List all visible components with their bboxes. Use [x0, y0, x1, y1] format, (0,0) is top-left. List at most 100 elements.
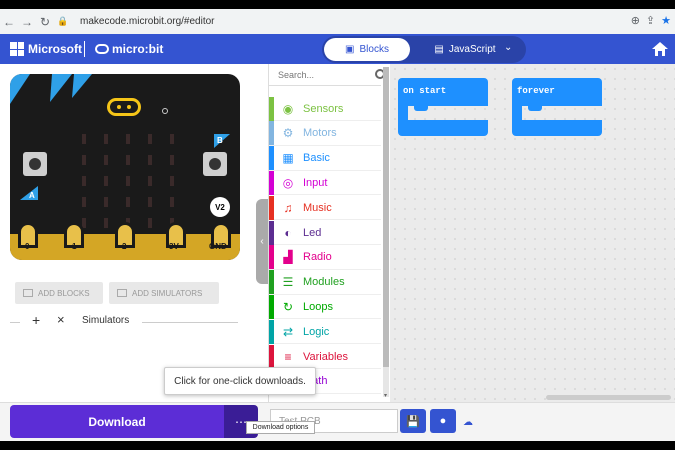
tab-blocks[interactable]: ▣ Blocks — [324, 38, 410, 61]
target-icon: ◎ — [282, 175, 294, 190]
microsoft-label[interactable]: Microsoft — [28, 42, 82, 56]
lock-icon[interactable]: 🔒 — [54, 16, 72, 27]
toolbox-category-sensors[interactable]: ◉ Sensors — [269, 96, 381, 121]
browser-actions: ⊕ ⇪ ★ — [631, 14, 671, 27]
bookmark-star-icon[interactable]: ★ — [661, 14, 671, 27]
button-a[interactable] — [23, 152, 47, 176]
on-start-block[interactable]: on start — [398, 78, 488, 136]
category-label: Input — [303, 176, 328, 189]
block-label: forever — [512, 78, 602, 106]
divider — [10, 322, 20, 323]
search-input[interactable]: Search... — [269, 64, 381, 86]
download-button[interactable]: Download — [10, 405, 224, 438]
category-color-bar — [269, 146, 274, 171]
scroll-down-icon[interactable]: ▾ — [384, 392, 387, 399]
editor-toggle: ▣ Blocks ▤ JavaScript ⌄ — [322, 36, 526, 63]
button-b[interactable] — [203, 152, 227, 176]
category-label: Loops — [303, 300, 333, 313]
refresh-icon: ↻ — [282, 299, 294, 314]
category-label: Variables — [303, 350, 349, 363]
tab-javascript[interactable]: ▤ JavaScript — [420, 38, 510, 61]
toolbox-category-basic[interactable]: ▦ Basic — [269, 146, 381, 171]
microbit-label[interactable]: micro:bit — [112, 42, 163, 56]
category-label: Modules — [303, 276, 345, 289]
add-simulators-button[interactable]: ADD SIMULATORS — [109, 282, 219, 304]
code-icon: ▤ — [434, 44, 444, 55]
button-a-label: A — [29, 191, 35, 200]
category-color-bar — [269, 344, 274, 369]
toolbox-category-logic[interactable]: ⇄ Logic — [269, 319, 381, 345]
save-icon: 💾 — [406, 415, 420, 428]
category-label: Logic — [303, 325, 330, 338]
back-icon[interactable]: ← — [0, 15, 18, 29]
category-color-bar — [269, 195, 274, 220]
signal-icon: ▟ — [283, 250, 293, 265]
microbit-logo-icon — [95, 44, 109, 54]
pin-label: GND — [209, 242, 227, 251]
reload-icon[interactable]: ↻ — [36, 15, 54, 29]
lines-icon: ≡ — [284, 349, 292, 364]
category-label: Music — [303, 201, 332, 214]
share-icon[interactable]: ⇪ — [646, 14, 655, 27]
headphones-icon: ♫ — [283, 200, 293, 215]
category-color-bar — [269, 270, 274, 295]
wifi-icon: ◉ — [282, 101, 294, 116]
pin-label: 0 — [25, 242, 30, 251]
puzzle-icon: ▣ — [345, 44, 355, 55]
shuffle-icon: ⇄ — [282, 324, 294, 339]
toolbox-category-music[interactable]: ♫ Music — [269, 195, 381, 221]
forward-icon[interactable]: → — [18, 15, 36, 29]
blocks-workspace[interactable]: on start forever — [390, 64, 675, 402]
board-corner-decoration — [10, 74, 92, 104]
category-label: Sensors — [303, 102, 344, 115]
button-b-label: B — [217, 136, 223, 145]
save-button[interactable]: 💾 — [400, 409, 426, 433]
pin-label: 1 — [72, 242, 77, 251]
category-color-bar — [269, 96, 274, 121]
toolbox-category-modules[interactable]: ☰ Modules — [269, 270, 381, 295]
divider — [142, 322, 238, 323]
category-color-bar — [269, 294, 274, 319]
tab-blocks-label: Blocks — [359, 44, 389, 55]
toolbox-category-loops[interactable]: ↻ Loops — [269, 294, 381, 320]
pin-label: 3V — [169, 242, 179, 251]
add-blocks-button[interactable]: ADD BLOCKS — [15, 282, 103, 304]
install-app-icon[interactable]: ⊕ — [631, 14, 640, 27]
toolbox-category-led[interactable]: ◐ Led — [269, 220, 381, 245]
plus-icon[interactable]: + — [32, 312, 40, 328]
microphone-indicator-icon — [162, 108, 168, 114]
cloud-upload-icon[interactable]: ☁ — [463, 417, 473, 428]
tab-javascript-label: JavaScript — [448, 44, 496, 55]
touch-logo[interactable] — [107, 98, 141, 116]
category-label: Basic — [303, 152, 330, 165]
category-color-bar — [269, 170, 274, 195]
toolbox-category-radio[interactable]: ▟ Radio — [269, 245, 381, 270]
url-bar[interactable]: makecode.microbit.org/#editor — [80, 16, 215, 27]
gear-icon: ⚙ — [282, 126, 294, 141]
category-color-bar — [269, 220, 274, 245]
close-icon[interactable]: × — [57, 312, 65, 327]
header-divider — [84, 41, 85, 57]
simulator-tools: + × Simulators — [10, 312, 240, 330]
toolbox-category-input[interactable]: ◎ Input — [269, 170, 381, 196]
toolbox: Search... ◉ Sensors ⚙ Motors ▦ Basic ◎ Input ♫ Mu… — [268, 64, 390, 402]
collapse-simulator-button[interactable]: ‹ — [256, 199, 268, 284]
category-color-bar — [269, 245, 274, 270]
toolbox-category-variables[interactable]: ≡ Variables — [269, 344, 381, 369]
category-color-bar — [269, 319, 274, 344]
category-label: Radio — [303, 251, 332, 264]
list-icon: ☰ — [282, 275, 294, 290]
toolbox-category-motors[interactable]: ⚙ Motors — [269, 121, 381, 146]
browser-window: ← → ↻ 🔒 makecode.microbit.org/#editor ⊕ … — [0, 9, 675, 441]
github-button[interactable]: ● — [430, 409, 456, 433]
bottom-toolbar: Download ⋯ Test PCB 💾 ● ☁ — [0, 402, 675, 441]
workspace-scrollbar[interactable] — [546, 395, 671, 400]
download-options-tooltip: Download options — [246, 421, 315, 434]
app-header: Microsoft micro:bit ▣ Blocks ▤ JavaScrip… — [0, 34, 675, 64]
simulator-panel: A B V2 0 1 2 3V GND ADD BLOCKS ADD SIMUL… — [0, 64, 263, 402]
home-icon[interactable] — [651, 40, 669, 58]
microbit-board[interactable]: A B V2 0 1 2 3V GND — [10, 74, 240, 260]
chevron-down-icon[interactable]: ⌄ — [504, 42, 512, 53]
forever-block[interactable]: forever — [512, 78, 602, 136]
toolbox-scrollbar[interactable] — [383, 67, 389, 397]
